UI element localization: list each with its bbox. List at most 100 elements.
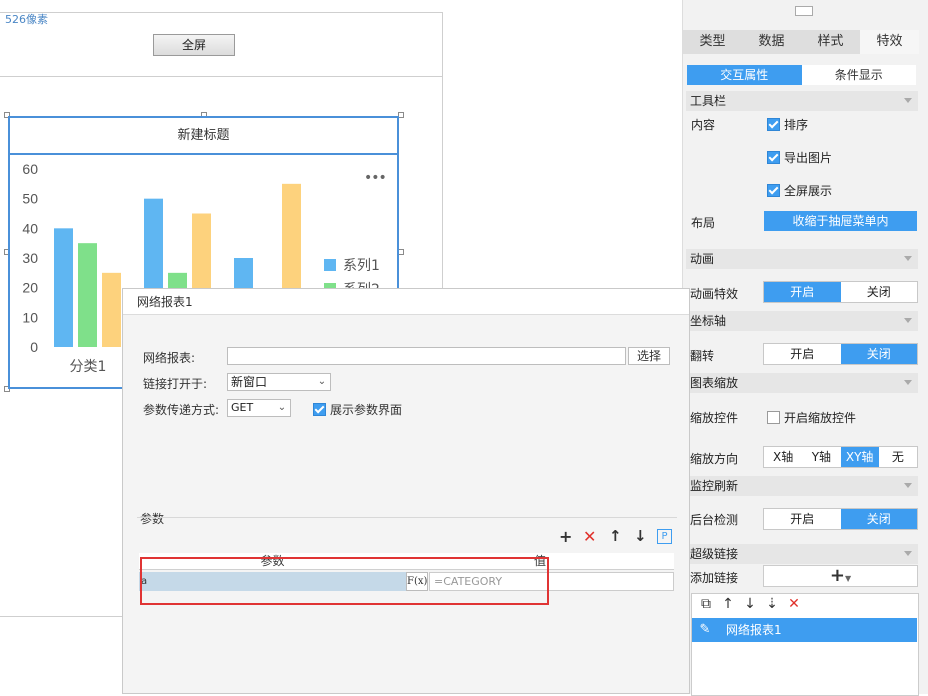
bar[interactable] <box>54 228 73 347</box>
select-button[interactable]: 选择 <box>628 347 670 365</box>
link-item-label: 网络报表1 <box>726 623 782 637</box>
dialog-title: 网络报表1 <box>123 289 689 315</box>
legend-label[interactable]: 系列1 <box>343 258 380 274</box>
chevron-down-icon: ⌄ <box>277 402 287 413</box>
flip-on-option[interactable]: 开启 <box>764 344 841 364</box>
layout-select[interactable]: 收缩于抽屉菜单内 <box>764 211 917 231</box>
show-params-check[interactable]: 展示参数界面 <box>313 401 402 418</box>
section-zoom-label: 图表缩放 <box>690 376 739 390</box>
canvas-divider <box>0 76 443 77</box>
property-tabs: 类型 数据 样式 特效 <box>683 30 919 54</box>
y-tick-label: 50 <box>22 191 38 207</box>
check-sort[interactable]: 排序 <box>767 116 808 133</box>
section-toolbar-label: 工具栏 <box>690 94 727 108</box>
check-fullscreen[interactable]: 全屏展示 <box>767 182 832 199</box>
chevron-down-icon <box>904 483 912 488</box>
copy-icon[interactable]: ⧉ <box>695 596 717 612</box>
tab-style[interactable]: 样式 <box>801 30 860 54</box>
chevron-down-icon: ⌄ <box>317 376 327 387</box>
subtab-interaction[interactable]: 交互属性 <box>687 65 802 85</box>
section-hyperlink-label: 超级链接 <box>690 547 739 561</box>
canvas-top-border <box>0 12 443 13</box>
check-export-image[interactable]: 导出图片 <box>767 149 832 166</box>
animation-toggle: 开启 关闭 <box>763 281 918 303</box>
move-down-icon[interactable]: ↓ <box>634 527 647 545</box>
subtab-condition[interactable]: 条件显示 <box>801 65 916 85</box>
backend-on-option[interactable]: 开启 <box>764 509 841 529</box>
chevron-down-icon: ▼ <box>844 574 852 583</box>
section-zoom[interactable]: 图表缩放 <box>686 373 918 393</box>
zoom-none-option[interactable]: 无 <box>879 447 917 467</box>
method-label: 参数传递方式: <box>143 403 220 417</box>
panel-toggle-icon[interactable] <box>795 6 813 16</box>
size-hint-label: 526像素 <box>5 13 48 26</box>
delete-icon[interactable]: ✕ <box>783 596 805 612</box>
move-up-icon[interactable]: ↑ <box>609 527 622 545</box>
content-label: 内容 <box>691 118 716 132</box>
chevron-down-icon <box>904 551 912 556</box>
chart-title[interactable]: 新建标题 <box>10 118 397 155</box>
link-toolbar: ⧉ ↑ ↓ ⇣ ✕ <box>695 596 805 612</box>
zoom-xy-option[interactable]: XY轴 <box>840 447 879 467</box>
fullscreen-button[interactable]: 全屏 <box>153 34 235 56</box>
link-list-item[interactable]: ✎ 网络报表1 <box>692 618 917 642</box>
y-tick-label: 30 <box>22 250 38 266</box>
tab-effects[interactable]: 特效 <box>860 30 919 54</box>
layout-label: 布局 <box>691 216 716 230</box>
open-in-select[interactable]: 新窗口 ⌄ <box>227 373 331 391</box>
zoom-control-check[interactable]: 开启缩放控件 <box>767 409 856 426</box>
section-monitor-label: 监控刷新 <box>690 479 739 493</box>
params-group-label: 参数 <box>140 512 165 526</box>
report-input[interactable] <box>227 347 626 365</box>
tab-data[interactable]: 数据 <box>742 30 801 54</box>
y-tick-label: 10 <box>22 309 38 325</box>
x-tick-label: 分类1 <box>70 359 107 375</box>
legend-swatch[interactable] <box>324 259 336 271</box>
section-axis[interactable]: 坐标轴 <box>686 311 918 331</box>
hyperlink-dialog: 网络报表1 网络报表: 选择 链接打开于: 新窗口 ⌄ 参数传递方式: GET ⌄ … <box>122 288 690 694</box>
chevron-down-icon <box>904 380 912 385</box>
section-animation-label: 动画 <box>690 252 715 266</box>
zoom-control-check-label: 开启缩放控件 <box>784 411 857 425</box>
checkbox-checked-icon[interactable] <box>767 184 780 197</box>
animation-on-option[interactable]: 开启 <box>764 282 841 302</box>
checkbox-checked-icon[interactable] <box>767 118 780 131</box>
check-export-label: 导出图片 <box>784 151 833 165</box>
flip-label: 翻转 <box>690 349 715 363</box>
checkbox-unchecked-icon[interactable] <box>767 411 780 424</box>
arrow-up-icon[interactable]: ↑ <box>717 596 739 612</box>
chevron-down-icon <box>904 98 912 103</box>
add-param-icon[interactable]: + <box>559 527 572 546</box>
add-link-label: 添加链接 <box>690 571 739 585</box>
method-select[interactable]: GET ⌄ <box>227 399 291 417</box>
backend-off-option[interactable]: 关闭 <box>840 509 917 529</box>
arrow-down-icon[interactable]: ↓ <box>739 596 761 612</box>
backend-label: 后台检测 <box>690 513 739 527</box>
checkbox-checked-icon[interactable] <box>313 403 326 416</box>
add-link-button[interactable]: +▼ <box>763 565 918 587</box>
flip-off-option[interactable]: 关闭 <box>840 344 917 364</box>
checkbox-checked-icon[interactable] <box>767 151 780 164</box>
bar[interactable] <box>102 272 121 347</box>
section-monitor[interactable]: 监控刷新 <box>686 476 918 496</box>
y-tick-label: 60 <box>22 161 38 177</box>
delete-param-icon[interactable]: ✕ <box>583 527 596 546</box>
method-value: GET <box>231 401 254 414</box>
zoom-direction-label: 缩放方向 <box>690 452 739 466</box>
move-bottom-icon[interactable]: ⇣ <box>761 596 783 612</box>
parameter-p-icon[interactable]: P <box>657 529 672 544</box>
animation-off-option[interactable]: 关闭 <box>841 282 918 302</box>
effect-subtabs: 交互属性 条件显示 <box>687 65 916 85</box>
section-hyperlink[interactable]: 超级链接 <box>686 544 918 564</box>
y-tick-label: 20 <box>22 280 38 296</box>
bar[interactable] <box>78 243 97 347</box>
zoom-x-option[interactable]: X轴 <box>764 447 802 467</box>
edit-pencil-icon[interactable]: ✎ <box>696 618 714 642</box>
check-fullscreen-label: 全屏展示 <box>784 184 833 198</box>
zoom-y-option[interactable]: Y轴 <box>802 447 840 467</box>
section-toolbar[interactable]: 工具栏 <box>686 91 918 111</box>
y-tick-label: 0 <box>30 339 38 355</box>
tab-type[interactable]: 类型 <box>683 30 742 54</box>
chevron-down-icon <box>904 256 912 261</box>
section-animation[interactable]: 动画 <box>686 249 918 269</box>
